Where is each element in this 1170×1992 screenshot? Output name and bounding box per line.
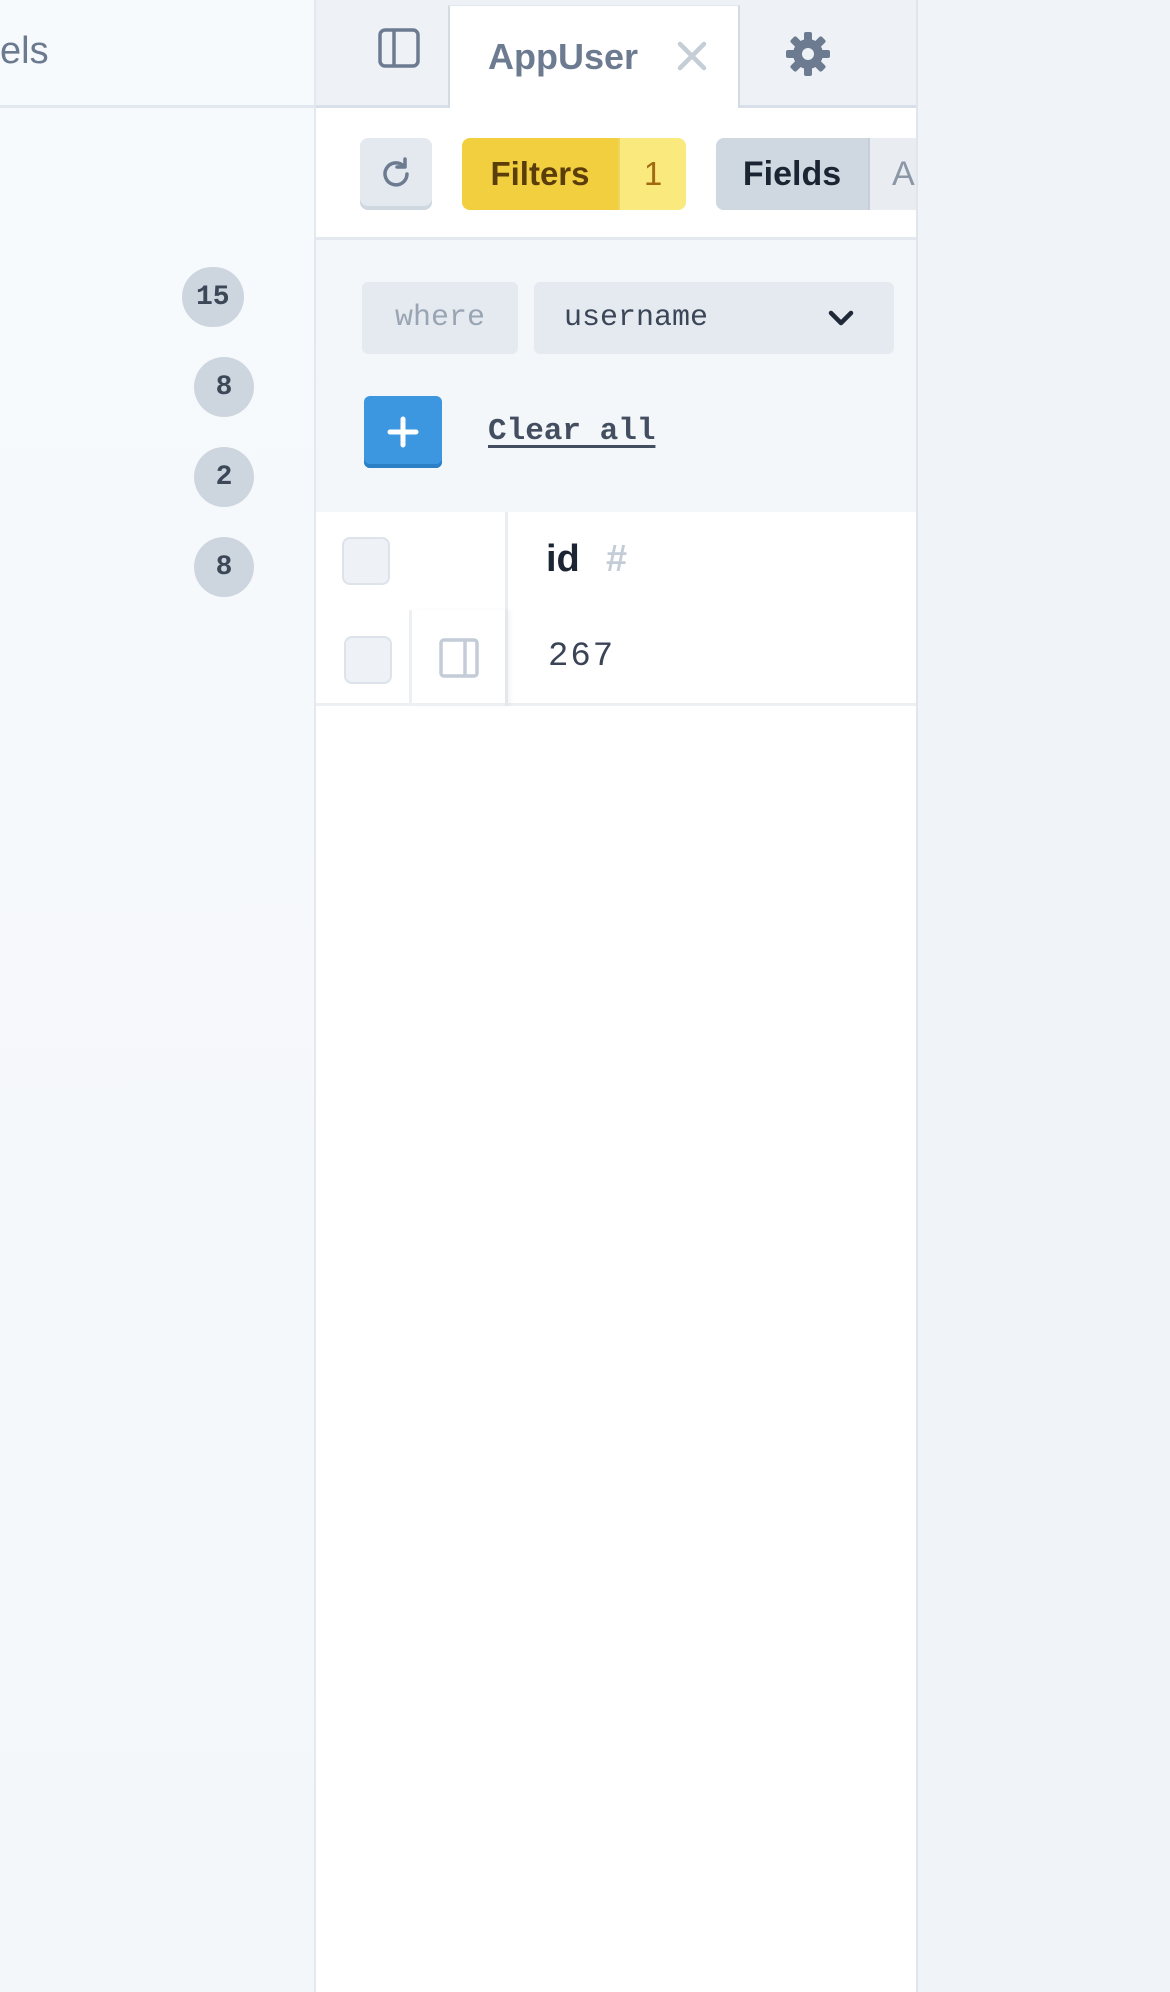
filters-label: Filters <box>462 138 618 210</box>
model-count-badge: 2 <box>194 447 254 507</box>
row-checkbox[interactable] <box>344 636 392 684</box>
filter-panel: where username Clear all <box>316 240 916 512</box>
sidebar-header: els <box>0 0 316 108</box>
model-count-badge: 8 <box>194 357 254 417</box>
main-panel: AppUser Filters 1 Fields A where usernam… <box>316 0 918 1992</box>
column-header-id[interactable]: id <box>546 538 580 581</box>
fields-suffix: A <box>868 138 916 210</box>
gear-icon <box>786 32 830 76</box>
table-row: 267 <box>316 610 916 706</box>
tab-bar: AppUser <box>316 0 916 108</box>
cell-id[interactable]: 267 <box>548 638 615 676</box>
plus-icon <box>387 416 419 448</box>
filter-field-select[interactable]: username <box>534 282 894 354</box>
clear-all-link[interactable]: Clear all <box>488 414 655 449</box>
tab-appuser[interactable]: AppUser <box>448 5 740 108</box>
model-count-badge: 15 <box>182 267 244 327</box>
tab-label: AppUser <box>488 36 639 77</box>
sidebar: els 15 8 2 8 <box>0 0 316 1992</box>
data-grid: id # 267 <box>316 512 916 706</box>
row-select-cell <box>316 610 412 706</box>
where-label: where <box>362 282 518 354</box>
filter-field-value: username <box>564 301 709 335</box>
settings-button[interactable] <box>784 30 832 78</box>
model-count-badge: 8 <box>194 537 254 597</box>
tab-close-button[interactable] <box>672 36 712 76</box>
add-filter-button[interactable] <box>364 396 442 468</box>
panel-right-icon <box>438 638 479 678</box>
fields-label: Fields <box>716 138 868 210</box>
header-select-cell <box>316 512 508 610</box>
select-all-checkbox[interactable] <box>342 537 390 585</box>
number-type-icon: # <box>606 538 628 580</box>
right-background <box>918 0 1170 1992</box>
grid-header: id # <box>316 512 916 610</box>
refresh-button[interactable] <box>360 138 432 210</box>
sidebar-toggle-button[interactable] <box>378 27 420 69</box>
refresh-icon <box>383 157 409 187</box>
fields-button[interactable]: Fields A <box>716 138 916 210</box>
sidebar-title: els <box>0 30 49 72</box>
chevron-down-icon <box>826 304 856 334</box>
filters-count: 1 <box>618 138 686 210</box>
close-icon <box>677 41 707 71</box>
toolbar: Filters 1 Fields A <box>316 108 916 240</box>
row-expand-button[interactable] <box>412 610 508 706</box>
filters-button[interactable]: Filters 1 <box>462 138 686 210</box>
sidebar-toggle-icon <box>378 28 420 68</box>
